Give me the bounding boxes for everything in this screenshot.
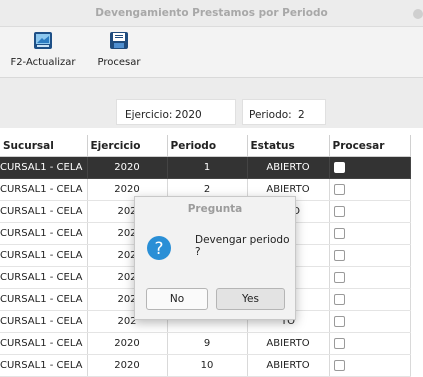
procesar-cell[interactable] bbox=[329, 178, 411, 201]
table-header: Sucursal Ejercicio Periodo Estatus Proce… bbox=[0, 135, 411, 157]
procesar-checkbox[interactable] bbox=[333, 293, 345, 305]
sucursal-cell[interactable]: CURSAL1 - CELA bbox=[0, 244, 88, 267]
estatus-cell[interactable]: ABIERTO bbox=[247, 156, 330, 179]
window-titlebar: Devengamiento Prestamos por Periodo bbox=[0, 0, 423, 27]
refresh-button[interactable]: F2-Actualizar bbox=[4, 31, 82, 68]
sucursal-cell[interactable]: CURSAL1 - CELA bbox=[0, 200, 88, 223]
estatus-cell[interactable]: ABIERTO bbox=[247, 332, 330, 355]
periodo-value[interactable]: 2 bbox=[298, 109, 305, 121]
procesar-checkbox[interactable] bbox=[333, 227, 345, 239]
periodo-cell[interactable]: 9 bbox=[167, 332, 248, 355]
yes-button[interactable]: Yes bbox=[216, 288, 285, 310]
svg-text:?: ? bbox=[154, 239, 163, 259]
toolbar: F2-Actualizar Procesar bbox=[0, 27, 423, 78]
periodo-label: Periodo: bbox=[249, 109, 292, 121]
sucursal-cell[interactable]: CURSAL1 - CELA bbox=[0, 222, 88, 245]
sucursal-cell[interactable]: CURSAL1 - CELA bbox=[0, 288, 88, 311]
procesar-checkbox[interactable] bbox=[333, 161, 345, 173]
sucursal-cell[interactable]: CURSAL1 - CELA bbox=[0, 310, 88, 333]
refresh-label: F2-Actualizar bbox=[10, 57, 76, 68]
procesar-checkbox[interactable] bbox=[333, 205, 345, 217]
confirm-dialog: Pregunta ? Devengar periodo ? No Yes bbox=[134, 196, 296, 320]
procesar-cell[interactable] bbox=[329, 354, 411, 377]
periodo-cell[interactable]: 1 bbox=[167, 156, 248, 179]
column-header-sucursal[interactable]: Sucursal bbox=[0, 135, 88, 157]
procesar-cell[interactable] bbox=[329, 200, 411, 223]
process-label: Procesar bbox=[97, 57, 141, 68]
ejercicio-cell[interactable]: 2020 bbox=[87, 332, 168, 355]
sucursal-cell[interactable]: CURSAL1 - CELA bbox=[0, 178, 88, 201]
column-header-ejercicio[interactable]: Ejercicio bbox=[87, 135, 168, 157]
sucursal-cell[interactable]: CURSAL1 - CELA bbox=[0, 354, 88, 377]
question-icon: ? bbox=[146, 235, 172, 261]
periodo-cell[interactable]: 10 bbox=[167, 354, 248, 377]
procesar-checkbox[interactable] bbox=[333, 359, 345, 371]
no-button[interactable]: No bbox=[146, 288, 208, 310]
procesar-checkbox[interactable] bbox=[333, 315, 345, 327]
procesar-checkbox[interactable] bbox=[333, 337, 345, 349]
ejercicio-label: Ejercicio: bbox=[125, 109, 173, 121]
ejercicio-value[interactable]: 2020 bbox=[175, 109, 202, 121]
window-title: Devengamiento Prestamos por Periodo bbox=[95, 7, 328, 19]
process-icon bbox=[107, 31, 131, 51]
sucursal-cell[interactable]: CURSAL1 - CELA bbox=[0, 156, 88, 179]
process-button[interactable]: Procesar bbox=[90, 31, 148, 68]
refresh-icon bbox=[31, 31, 55, 51]
dialog-title: Pregunta bbox=[187, 203, 243, 215]
ejercicio-cell[interactable]: 2020 bbox=[87, 354, 168, 377]
column-header-estatus[interactable]: Estatus bbox=[247, 135, 330, 157]
estatus-cell[interactable]: ABIERTO bbox=[247, 354, 330, 377]
procesar-checkbox[interactable] bbox=[333, 271, 345, 283]
window-control-icon[interactable] bbox=[413, 9, 423, 19]
procesar-cell[interactable] bbox=[329, 288, 411, 311]
sucursal-cell[interactable]: CURSAL1 - CELA bbox=[0, 266, 88, 289]
table-row[interactable]: CURSAL1 - CELA 2020 1 ABIERTO bbox=[0, 156, 411, 179]
table-row[interactable]: CURSAL1 - CELA 2020 9 ABIERTO bbox=[0, 332, 411, 355]
procesar-checkbox[interactable] bbox=[333, 249, 345, 261]
procesar-cell[interactable] bbox=[329, 332, 411, 355]
table-row[interactable]: CURSAL1 - CELA 2020 10 ABIERTO bbox=[0, 354, 411, 377]
sucursal-cell[interactable]: CURSAL1 - CELA bbox=[0, 332, 88, 355]
procesar-checkbox[interactable] bbox=[333, 183, 345, 195]
procesar-cell[interactable] bbox=[329, 266, 411, 289]
procesar-cell[interactable] bbox=[329, 156, 411, 179]
column-header-periodo[interactable]: Periodo bbox=[167, 135, 248, 157]
procesar-cell[interactable] bbox=[329, 310, 411, 333]
procesar-cell[interactable] bbox=[329, 244, 411, 267]
procesar-cell[interactable] bbox=[329, 222, 411, 245]
dialog-message: Devengar periodo ? bbox=[195, 234, 290, 258]
ejercicio-cell[interactable]: 2020 bbox=[87, 156, 168, 179]
column-header-procesar[interactable]: Procesar bbox=[329, 135, 411, 157]
